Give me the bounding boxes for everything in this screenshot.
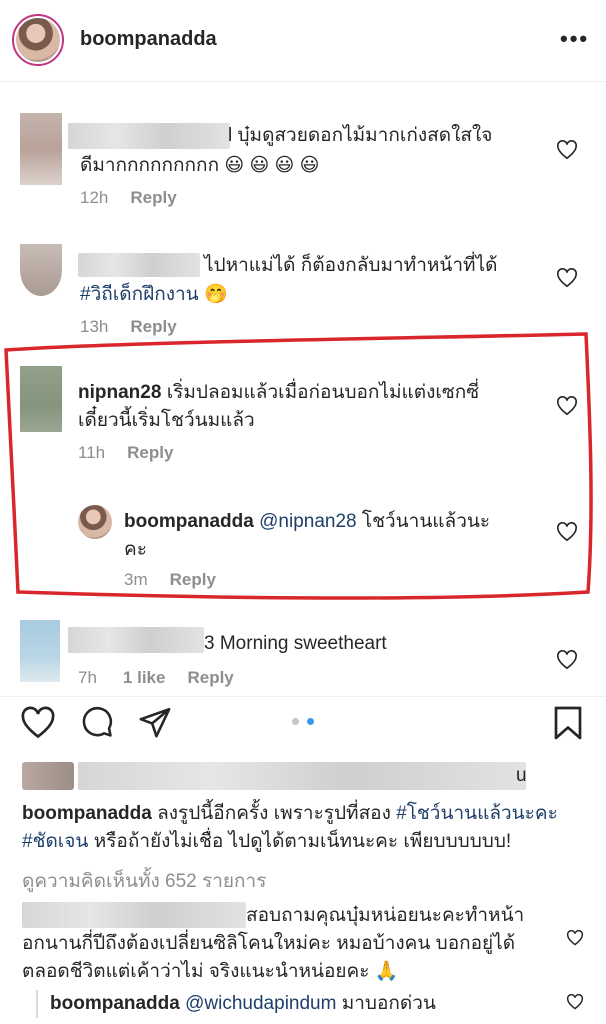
reply-button[interactable]: Reply [170,570,216,589]
avatar[interactable] [20,620,60,682]
preview-reply: boompanadda @wichudapindum มาบอกด่วน [0,986,606,1024]
comment-username[interactable]: nipnan28 [78,382,161,403]
comment-text-line2: เดี๋ยวนี้เริ่มโชว์นมแล้ว [78,410,255,431]
folded-hands-emoji-icon: 🙏 [374,961,399,982]
comment-text: ไปหาแม่ได้ ก็ต้องกลับมาทำหน้าที่ได้ [204,255,498,276]
preview-comment-text: สอบถามคุณบุ๋มหน่อยนะคะทำหน้า [246,905,525,926]
heart-icon[interactable] [556,522,578,542]
header-username[interactable]: boompanadda [80,28,217,51]
carousel-dot-active [307,718,314,725]
comment-icon[interactable] [80,705,114,739]
view-all-comments-link[interactable]: ดูความคิดเห็นทั้ง 652 รายการ [22,866,266,896]
bookmark-icon[interactable] [552,705,584,741]
blurred-username [68,123,230,149]
blurred-liked-by [78,762,526,790]
blurred-username [78,253,200,277]
liked-by-row: u [0,758,606,794]
reply-button[interactable]: Reply [187,668,233,687]
comment-text-line2: ดีมากกกกกกกกก 😃 😃 😃 😃 [80,155,320,176]
reply-button[interactable]: Reply [127,443,173,462]
caption-line1: boompanadda ลงรูปนี้อีกครั้ง เพราะรูปที่… [22,803,558,824]
reply-indent-line [36,990,38,1018]
hashtag-link[interactable]: #โชว์นานแล้วนะคะ [396,803,558,824]
heart-icon[interactable] [556,140,578,160]
preview-comment: สอบถามคุณบุ๋มหน่อยนะคะทำหน้า อกนานกี่ปีถ… [0,898,606,988]
liked-by-tail: u [516,765,527,786]
blurred-username [68,627,204,653]
heart-icon[interactable] [566,994,584,1010]
send-icon[interactable] [138,705,172,739]
preview-comment-text-line3: ตลอดชีวิตแต่เค้าว่าไม่ จริงแนะนำหน่อยคะ … [22,961,399,982]
caption-username[interactable]: boompanadda [22,803,152,824]
post-header: boompanadda ••• [0,0,606,82]
reply-text: boompanadda @nipnan28 โชว์นานแล้วนะ [124,511,491,532]
liked-by-avatar [22,762,74,790]
blurred-username [22,902,246,928]
mention-link[interactable]: @wichudapindum [185,993,336,1014]
comment-text-line2: #วิถีเด็กฝึกงาน 🤭 [80,281,228,308]
action-bar [0,696,606,746]
comment-item: l บุ๋มดูสวยดอกไม้มากเก่งสดใสใจ ดีมากกกกก… [0,108,606,218]
preview-reply-text: boompanadda @wichudapindum มาบอกด่วน [50,993,436,1014]
comment-item: 3 Morning sweetheart 7h 1 like Reply [0,616,606,696]
mention-link[interactable]: @nipnan28 [259,511,356,532]
comment-time: 7h [78,668,97,687]
likes-count[interactable]: 1 like [123,668,166,687]
reply-time: 3m [124,570,148,589]
avatar[interactable] [20,366,62,432]
heart-icon[interactable] [556,396,578,416]
comment-meta: 11h Reply [78,443,173,463]
preview-comment-text-line2: อกนานกี่ปีถึงต้องเปลี่ยนซิลิโคนใหม่คะ หม… [22,933,516,954]
avatar[interactable] [12,14,64,66]
reply-item: boompanadda @nipnan28 โชว์นานแล้วนะ คะ 3… [0,500,606,592]
reply-meta: 3m Reply [124,570,216,590]
avatar[interactable] [78,505,112,539]
caption-line2: #ชัดเจน หรือถ้ายังไม่เชื่อ ไปดูได้ตามเน็… [22,831,512,852]
comment-text: l บุ๋มดูสวยดอกไม้มากเก่งสดใสใจ [228,125,493,146]
hashtag-link[interactable]: #ชัดเจน [22,831,88,852]
carousel-dot [292,718,299,725]
comment-meta: 12h Reply [80,188,177,208]
comment-time: 12h [80,188,109,207]
more-horizontal-icon[interactable]: ••• [560,26,589,52]
face-emoji-icon: 🤭 [203,284,228,305]
reply-text-line2: คะ [124,539,147,560]
grinning-emoji-icon: 😃 😃 😃 😃 [224,155,320,176]
hashtag-link[interactable]: #วิถีเด็กฝึกงาน [80,284,199,305]
reply-button[interactable]: Reply [130,188,176,207]
avatar[interactable] [20,244,62,296]
comment-meta: 7h 1 like Reply [78,668,234,688]
comment-item: nipnan28 เริ่มปลอมแล้วเมื่อก่อนบอกไม่แต่… [0,362,606,472]
heart-icon[interactable] [566,930,584,946]
preview-reply-username[interactable]: boompanadda [50,993,180,1014]
avatar[interactable] [20,113,62,185]
heart-icon[interactable] [556,268,578,288]
heart-icon[interactable] [556,650,578,670]
comment-text: 3 Morning sweetheart [204,633,387,654]
comment-text: nipnan28 เริ่มปลอมแล้วเมื่อก่อนบอกไม่แต่… [78,382,480,403]
reply-username[interactable]: boompanadda [124,511,254,532]
comment-time: 11h [78,443,106,462]
heart-icon[interactable] [20,706,56,740]
